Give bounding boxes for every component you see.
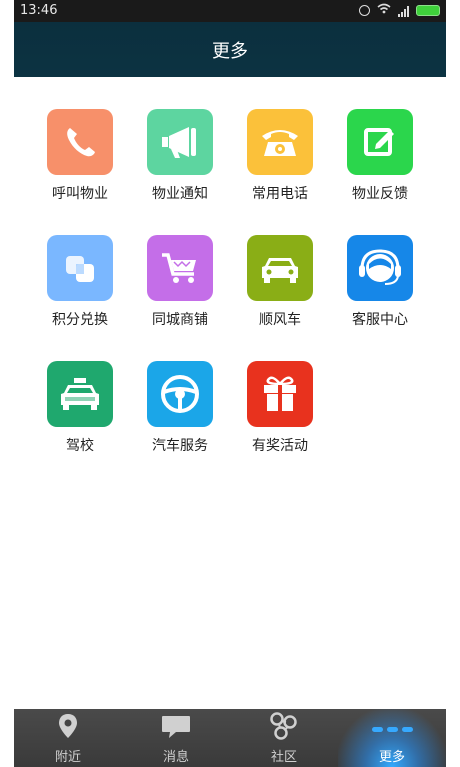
- taxi-icon: [47, 361, 113, 427]
- tile-label: 物业反馈: [352, 186, 408, 202]
- tile-label: 呼叫物业: [52, 186, 108, 202]
- feature-grid: 呼叫物业 物业通知 常用电话 物业反馈 积分兑换 同城商铺 顺风车 客服中心 驾…: [14, 77, 446, 709]
- tile-call-property[interactable]: 呼叫物业: [30, 109, 130, 203]
- cart-icon: [147, 235, 213, 301]
- more-dots-icon: [338, 709, 446, 743]
- tile-property-feedback[interactable]: 物业反馈: [330, 109, 430, 203]
- nav-label: 更多: [378, 750, 405, 765]
- tile-label: 同城商铺: [152, 312, 208, 328]
- title-bar: 更多: [14, 22, 446, 77]
- nav-label: 消息: [162, 750, 189, 765]
- tile-label: 物业通知: [152, 186, 208, 202]
- headset-icon: [347, 235, 413, 301]
- nav-item-messages[interactable]: 消息: [122, 709, 230, 767]
- status-bar: 13:46: [14, 0, 446, 22]
- gift-icon: [247, 361, 313, 427]
- alarm-icon: [359, 5, 370, 16]
- tile-local-shops[interactable]: 同城商铺: [130, 235, 230, 329]
- tile-label: 常用电话: [252, 186, 308, 202]
- edit-icon: [347, 109, 413, 175]
- steering-wheel-icon: [147, 361, 213, 427]
- tile-customer-service[interactable]: 客服中心: [330, 235, 430, 329]
- telephone-icon: [247, 109, 313, 175]
- community-icon: [230, 709, 338, 743]
- page-title: 更多: [212, 40, 248, 62]
- left-margin: [0, 0, 14, 767]
- tile-common-phones[interactable]: 常用电话: [230, 109, 330, 203]
- bottom-nav: 附近 消息 社区 更多: [14, 709, 446, 767]
- megaphone-icon: [147, 109, 213, 175]
- car-icon: [247, 235, 313, 301]
- tile-label: 汽车服务: [152, 438, 208, 454]
- tile-points-exchange[interactable]: 积分兑换: [30, 235, 130, 329]
- tile-label: 积分兑换: [52, 312, 108, 328]
- location-pin-icon: [14, 709, 122, 743]
- nav-item-more[interactable]: 更多: [338, 709, 446, 767]
- exchange-icon: [47, 235, 113, 301]
- tile-carpool[interactable]: 顺风车: [230, 235, 330, 329]
- battery-icon: [416, 5, 440, 16]
- tile-car-service[interactable]: 汽车服务: [130, 361, 230, 455]
- tile-label: 驾校: [66, 438, 94, 454]
- tile-label: 顺风车: [259, 312, 301, 328]
- tile-property-notice[interactable]: 物业通知: [130, 109, 230, 203]
- nav-item-nearby[interactable]: 附近: [14, 709, 122, 767]
- tile-prize-events[interactable]: 有奖活动: [230, 361, 330, 455]
- status-time: 13:46: [20, 3, 58, 18]
- nav-label: 附近: [54, 750, 81, 765]
- nav-item-community[interactable]: 社区: [230, 709, 338, 767]
- nav-label: 社区: [270, 750, 297, 765]
- tile-driving-school[interactable]: 驾校: [30, 361, 130, 455]
- tile-label: 有奖活动: [252, 438, 308, 454]
- signal-icon: [398, 5, 409, 17]
- wifi-icon: [377, 3, 391, 18]
- message-icon: [122, 709, 230, 743]
- status-icons: [359, 3, 440, 18]
- tile-label: 客服中心: [352, 312, 408, 328]
- phone-icon: [47, 109, 113, 175]
